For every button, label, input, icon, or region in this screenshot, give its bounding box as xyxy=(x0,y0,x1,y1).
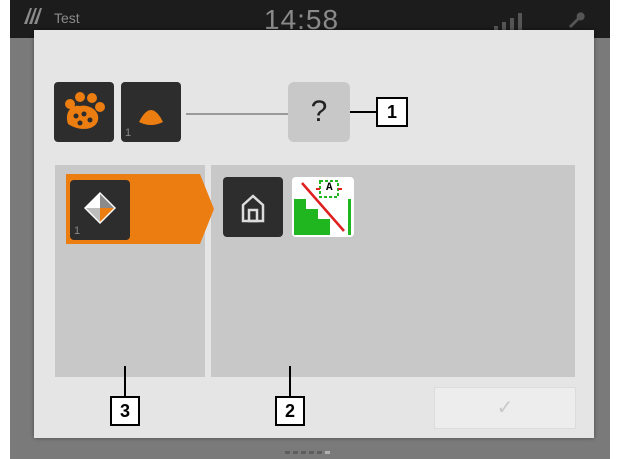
confirm-button[interactable]: ✓ xyxy=(434,387,576,429)
callout-1: 1 xyxy=(376,97,408,127)
callout-2: 2 xyxy=(275,396,305,426)
wrench-icon[interactable] xyxy=(565,8,587,30)
home-tile[interactable] xyxy=(223,177,283,237)
implement-index: 1 xyxy=(125,127,132,139)
amazone-logo-icon xyxy=(24,8,42,24)
chain-connector xyxy=(186,113,288,115)
page-indicator xyxy=(285,441,345,454)
unknown-device-tile[interactable]: ? xyxy=(288,82,350,142)
callout-3: 3 xyxy=(110,396,140,426)
callout-3-leader xyxy=(124,366,126,396)
callout-1-leader xyxy=(350,111,376,113)
automatic-section-control-icon xyxy=(294,180,351,235)
implement-tile[interactable]: 1 xyxy=(121,82,181,142)
section-control-index: 1 xyxy=(74,225,81,237)
tractor-tile[interactable] xyxy=(54,82,114,142)
home-icon xyxy=(241,194,265,223)
selection-arrow xyxy=(200,174,214,244)
callout-2-leader xyxy=(289,366,291,396)
automatic-section-control-tile[interactable]: A xyxy=(292,177,354,237)
section-control-tile[interactable]: 1 xyxy=(70,180,130,240)
signal-bars-icon xyxy=(494,13,522,31)
automatic-badge: A xyxy=(326,182,333,194)
machine-name: Test xyxy=(54,10,80,26)
tractor-paw-icon xyxy=(65,92,105,129)
